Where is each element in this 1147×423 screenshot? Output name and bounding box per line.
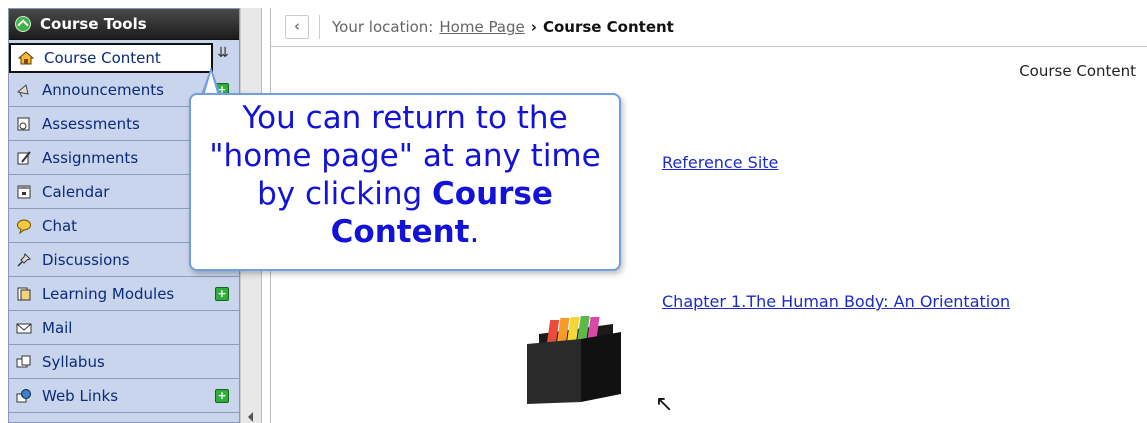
callout-text: by clicking [257,176,423,212]
chat-bubble-icon [15,217,33,235]
callout-line: Content. [191,213,619,251]
breadcrumb-chevron: › [530,18,537,36]
collapse-left-arrow-icon[interactable] [248,412,253,422]
sidebar-title: Course Tools [40,15,147,33]
sidebar-header[interactable]: Course Tools [9,9,239,40]
sidebar-item-label: Course Content [44,49,161,67]
sidebar-item-label: Syllabus [42,352,105,371]
callout-bold-text: Content [330,214,470,250]
mouse-cursor-icon: ↖ [655,392,674,417]
callout-line: by clicking Course [191,175,619,213]
syllabus-icon [15,353,33,371]
sidebar-item-learning-modules[interactable]: Learning Modules + [9,277,239,311]
add-plus-icon[interactable]: + [215,388,229,403]
breadcrumb-current: Course Content [542,18,674,36]
breadcrumb: ‹ Your location: Home Page › Course Cont… [271,8,1147,47]
sidebar-item-label: Discussions [42,250,130,269]
file-folder-icon[interactable] [521,314,631,404]
sidebar-item-label: Announcements [42,80,164,99]
sidebar-item-label: Chat [42,216,78,235]
breadcrumb-home-link[interactable]: Home Page [439,18,524,36]
sidebar-item-mail[interactable]: Mail [9,311,239,345]
collapse-up-icon[interactable] [15,16,31,32]
callout-bold-text: Course [432,176,553,212]
breadcrumb-separator-line [319,15,320,39]
sidebar-item-label: Mail [42,318,73,337]
sidebar-item-label: Learning Modules [42,284,175,303]
reference-site-link[interactable]: Reference Site [662,153,778,172]
double-chevron-down-icon[interactable]: ⇊ [213,42,233,68]
learning-modules-icon [15,285,33,303]
globe-icon [15,387,33,405]
assessments-icon [15,115,33,133]
add-plus-icon[interactable]: + [215,286,229,301]
sidebar-item-course-content[interactable]: Course Content [9,43,213,73]
chapter1-link[interactable]: Chapter 1.The Human Body: An Orientation [662,292,1010,311]
sidebar-item-label: Calendar [42,182,110,201]
location-prefix: Your location: [332,18,434,36]
house-icon [17,49,35,67]
callout-text: . [469,214,480,250]
tooltip-callout: You can return to the "home page" at any… [189,93,621,271]
sidebar-item-label: Assessments [42,114,140,133]
calendar-icon [15,183,33,201]
sidebar-item-label: Web Links [42,386,119,405]
sidebar-item-web-links[interactable]: Web Links + [9,379,239,413]
sidebar-item-label: Assignments [42,148,139,167]
megaphone-icon [15,81,33,99]
callout-line: You can return to the [242,100,568,136]
sidebar-item-syllabus[interactable]: Syllabus [9,345,239,379]
mail-icon [15,319,33,337]
assignments-icon [15,149,33,167]
callout-line: "home page" at any time [209,138,601,174]
pushpin-icon [15,251,33,269]
page-title: Course Content [1019,62,1136,80]
back-arrow-icon[interactable]: ‹ [285,15,309,39]
